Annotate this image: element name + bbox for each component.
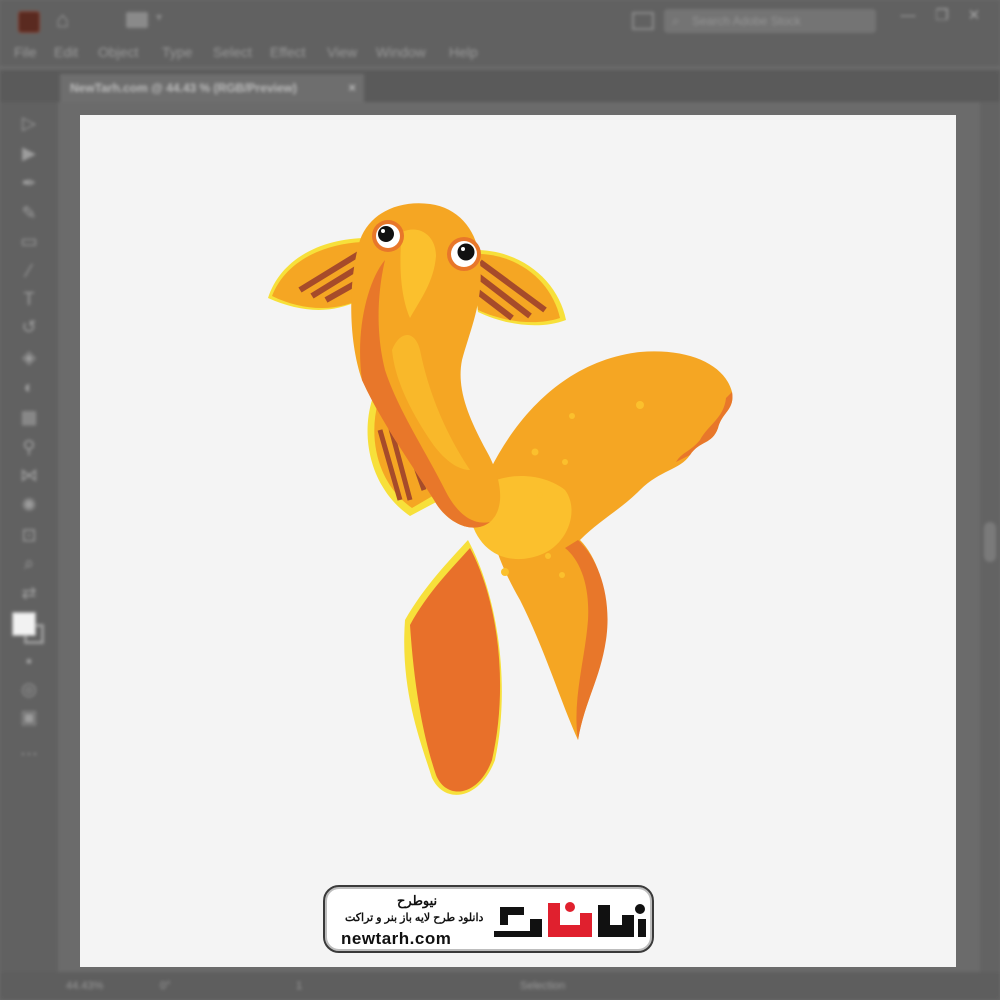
left-eye-pupil xyxy=(378,226,394,242)
newtarh-logo-icon xyxy=(494,902,646,937)
tail-spot xyxy=(501,568,509,576)
watermark-url: newtarh.com xyxy=(341,929,452,948)
tail-spot xyxy=(562,459,568,465)
tail-spot xyxy=(531,448,539,456)
right-eye-pupil xyxy=(457,243,475,261)
tail-spot xyxy=(545,553,551,559)
watermark-banner: نیوطرح دانلود طرح لایه باز بنر و تراکت n… xyxy=(323,885,654,953)
tail-spot xyxy=(636,401,644,409)
tail-spot xyxy=(569,413,575,419)
tail-spot xyxy=(559,572,565,578)
watermark-subtitle: دانلود طرح لایه باز بنر و تراکت xyxy=(345,912,484,924)
lower-tail-fin xyxy=(410,548,501,792)
goldfish-illustration xyxy=(268,203,733,795)
right-eye-glint xyxy=(461,247,465,251)
left-eye-glint xyxy=(381,229,385,233)
tail-spot xyxy=(537,492,543,498)
watermark-title: نیوطرح xyxy=(397,893,438,908)
